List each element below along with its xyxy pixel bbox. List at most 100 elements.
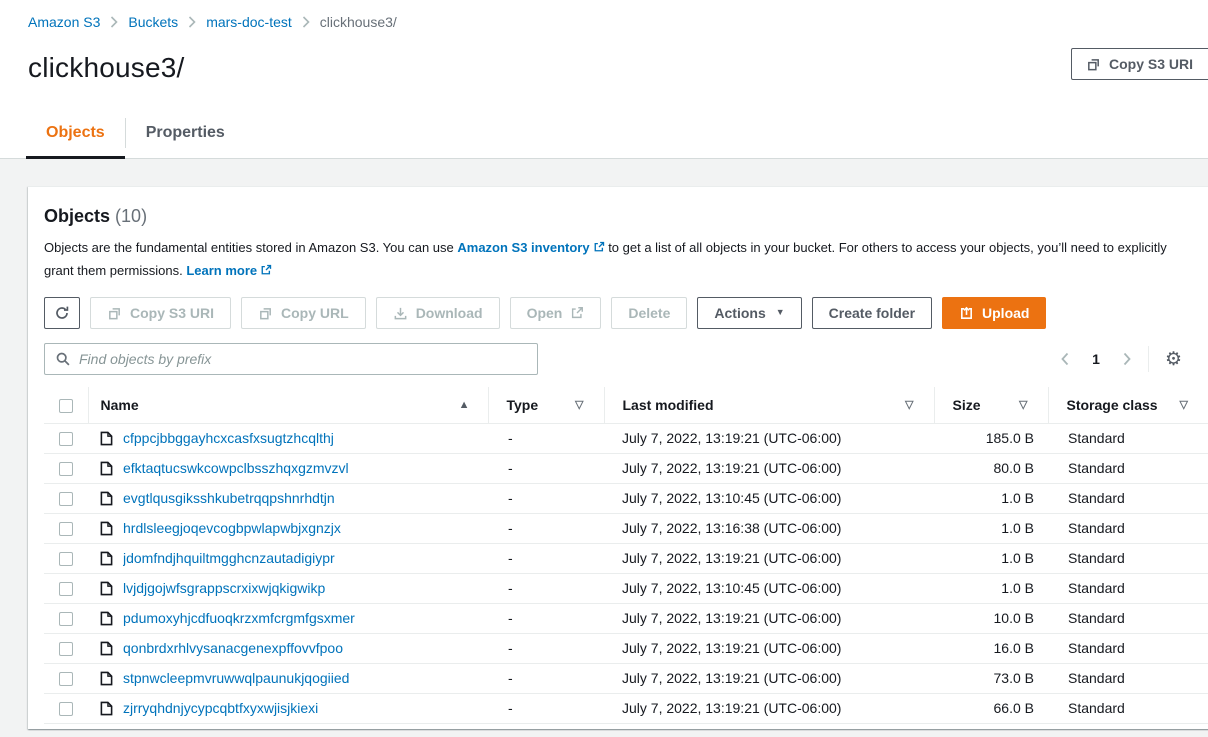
copy-s3-uri-header-label: Copy S3 URI <box>1109 56 1193 72</box>
object-name-link[interactable]: jdomfndjhquiltmgghcnzautadigiypr <box>123 550 335 566</box>
file-icon <box>100 551 113 566</box>
object-storage-class: Standard <box>1048 513 1208 543</box>
object-name-link[interactable]: evgtlqusgiksshkubetrqqpshnrhdtjn <box>123 490 335 506</box>
object-name-link[interactable]: stpnwcleepmvruwwqlpaunukjqogiied <box>123 670 349 686</box>
refresh-button[interactable] <box>44 297 80 329</box>
object-type: - <box>488 423 604 453</box>
column-header-size[interactable]: Size ▽ <box>934 387 1048 423</box>
object-storage-class: Standard <box>1048 693 1208 723</box>
object-storage-class: Standard <box>1048 483 1208 513</box>
object-name-link[interactable]: cfppcjbbggayhcxcasfxsugtzhcqlthj <box>123 430 334 446</box>
copy-s3-uri-header-button[interactable]: Copy S3 URI <box>1071 48 1208 80</box>
controls-divider <box>1148 346 1149 372</box>
row-checkbox[interactable] <box>59 552 73 566</box>
sort-icon[interactable]: ▽ <box>1019 398 1027 411</box>
actions-dropdown-button[interactable]: Actions ▼ <box>697 297 801 329</box>
object-last-modified: July 7, 2022, 13:10:45 (UTC-06:00) <box>604 483 934 513</box>
object-name-link[interactable]: pdumoxyhjcdfuoqkrzxmfcrgmfgsxmer <box>123 610 355 626</box>
object-type: - <box>488 693 604 723</box>
object-type: - <box>488 573 604 603</box>
table-row: hrdlsleegjoqevcogbpwlapwbjxgnzjx - July … <box>44 513 1208 543</box>
sort-icon[interactable]: ▽ <box>905 398 913 411</box>
object-last-modified: July 7, 2022, 13:10:45 (UTC-06:00) <box>604 573 934 603</box>
sort-ascending-icon[interactable]: ▲ <box>459 399 470 411</box>
content-area: Objects (10) Objects are the fundamental… <box>0 159 1208 737</box>
column-header-type[interactable]: Type ▽ <box>488 387 604 423</box>
preferences-gear-button[interactable]: ⚙ <box>1163 350 1184 369</box>
row-checkbox[interactable] <box>59 672 73 686</box>
column-header-last-modified[interactable]: Last modified ▽ <box>604 387 934 423</box>
object-name-link[interactable]: efktaqtucswkcowpclbsszhqxgzmvzvl <box>123 460 349 476</box>
object-name-link[interactable]: qonbrdxrhlvysanacgenexpffovvfpoo <box>123 640 343 656</box>
sort-icon[interactable]: ▽ <box>575 398 583 411</box>
panel-description: Objects are the fundamental entities sto… <box>44 237 1184 283</box>
row-checkbox[interactable] <box>59 522 73 536</box>
table-header-row: Name ▲ Type ▽ Last modif <box>44 387 1208 423</box>
row-checkbox[interactable] <box>59 492 73 506</box>
table-row: lvjdjgojwfsgrappscrxixwjqkigwikp - July … <box>44 573 1208 603</box>
file-icon <box>100 461 113 476</box>
table-row: pdumoxyhjcdfuoqkrzxmfcrgmfgsxmer - July … <box>44 603 1208 633</box>
object-type: - <box>488 483 604 513</box>
copy-icon <box>107 306 122 321</box>
object-size: 66.0 B <box>934 693 1048 723</box>
object-size: 16.0 B <box>934 633 1048 663</box>
row-checkbox[interactable] <box>59 612 73 626</box>
file-icon <box>100 491 113 506</box>
row-checkbox[interactable] <box>59 432 73 446</box>
chevron-right-icon <box>302 16 310 28</box>
row-checkbox[interactable] <box>59 582 73 596</box>
object-last-modified: July 7, 2022, 13:19:21 (UTC-06:00) <box>604 603 934 633</box>
copy-icon <box>1086 57 1101 72</box>
object-type: - <box>488 453 604 483</box>
upload-button[interactable]: Upload <box>942 297 1046 329</box>
column-label-last-modified: Last modified <box>623 397 714 413</box>
top-header: Amazon S3 Buckets mars-doc-test clickhou… <box>0 0 1208 30</box>
breadcrumb-bucket-name[interactable]: mars-doc-test <box>206 14 292 30</box>
next-page-button[interactable] <box>1120 350 1134 368</box>
object-last-modified: July 7, 2022, 13:19:21 (UTC-06:00) <box>604 423 934 453</box>
previous-page-button[interactable] <box>1058 350 1072 368</box>
search-box <box>44 343 538 375</box>
create-folder-button[interactable]: Create folder <box>812 297 932 329</box>
tab-properties[interactable]: Properties <box>126 112 245 158</box>
download-button[interactable]: Download <box>376 297 500 329</box>
table-row: efktaqtucswkcowpclbsszhqxgzmvzvl - July … <box>44 453 1208 483</box>
breadcrumb-amazon-s3[interactable]: Amazon S3 <box>28 14 100 30</box>
sort-icon[interactable]: ▽ <box>1180 398 1188 411</box>
column-header-name[interactable]: Name ▲ <box>88 387 488 423</box>
file-icon <box>100 611 113 626</box>
delete-button[interactable]: Delete <box>611 297 687 329</box>
object-name-link[interactable]: hrdlsleegjoqevcogbpwlapwbjxgnzjx <box>123 520 341 536</box>
row-checkbox[interactable] <box>59 642 73 656</box>
object-type: - <box>488 663 604 693</box>
current-page-number[interactable]: 1 <box>1086 351 1106 367</box>
copy-s3-uri-button[interactable]: Copy S3 URI <box>90 297 231 329</box>
object-size: 80.0 B <box>934 453 1048 483</box>
object-type: - <box>488 513 604 543</box>
object-name-link[interactable]: zjrryqhdnjycypcqbtfxyxwjisjkiexi <box>123 700 318 716</box>
object-last-modified: July 7, 2022, 13:19:21 (UTC-06:00) <box>604 693 934 723</box>
file-icon <box>100 641 113 656</box>
amazon-s3-inventory-link[interactable]: Amazon S3 inventory <box>457 240 604 255</box>
open-button[interactable]: Open <box>510 297 602 329</box>
row-checkbox[interactable] <box>59 462 73 476</box>
breadcrumb-buckets[interactable]: Buckets <box>128 14 178 30</box>
search-input[interactable] <box>79 351 527 367</box>
column-label-type: Type <box>507 397 539 413</box>
objects-table: Name ▲ Type ▽ Last modif <box>44 387 1208 724</box>
column-label-size: Size <box>953 397 981 413</box>
column-header-storage-class[interactable]: Storage class ▽ <box>1048 387 1208 423</box>
object-name-link[interactable]: lvjdjgojwfsgrappscrxixwjqkigwikp <box>123 580 325 596</box>
external-link-icon <box>260 261 272 283</box>
learn-more-link[interactable]: Learn more <box>186 263 272 278</box>
select-all-checkbox[interactable] <box>59 399 73 413</box>
row-checkbox[interactable] <box>59 702 73 716</box>
download-label: Download <box>416 305 483 321</box>
tab-objects[interactable]: Objects <box>26 112 125 158</box>
learn-more-label: Learn more <box>186 263 257 278</box>
page-title: clickhouse3/ <box>28 52 1208 84</box>
copy-url-button[interactable]: Copy URL <box>241 297 366 329</box>
external-link-icon <box>570 306 584 320</box>
object-storage-class: Standard <box>1048 453 1208 483</box>
